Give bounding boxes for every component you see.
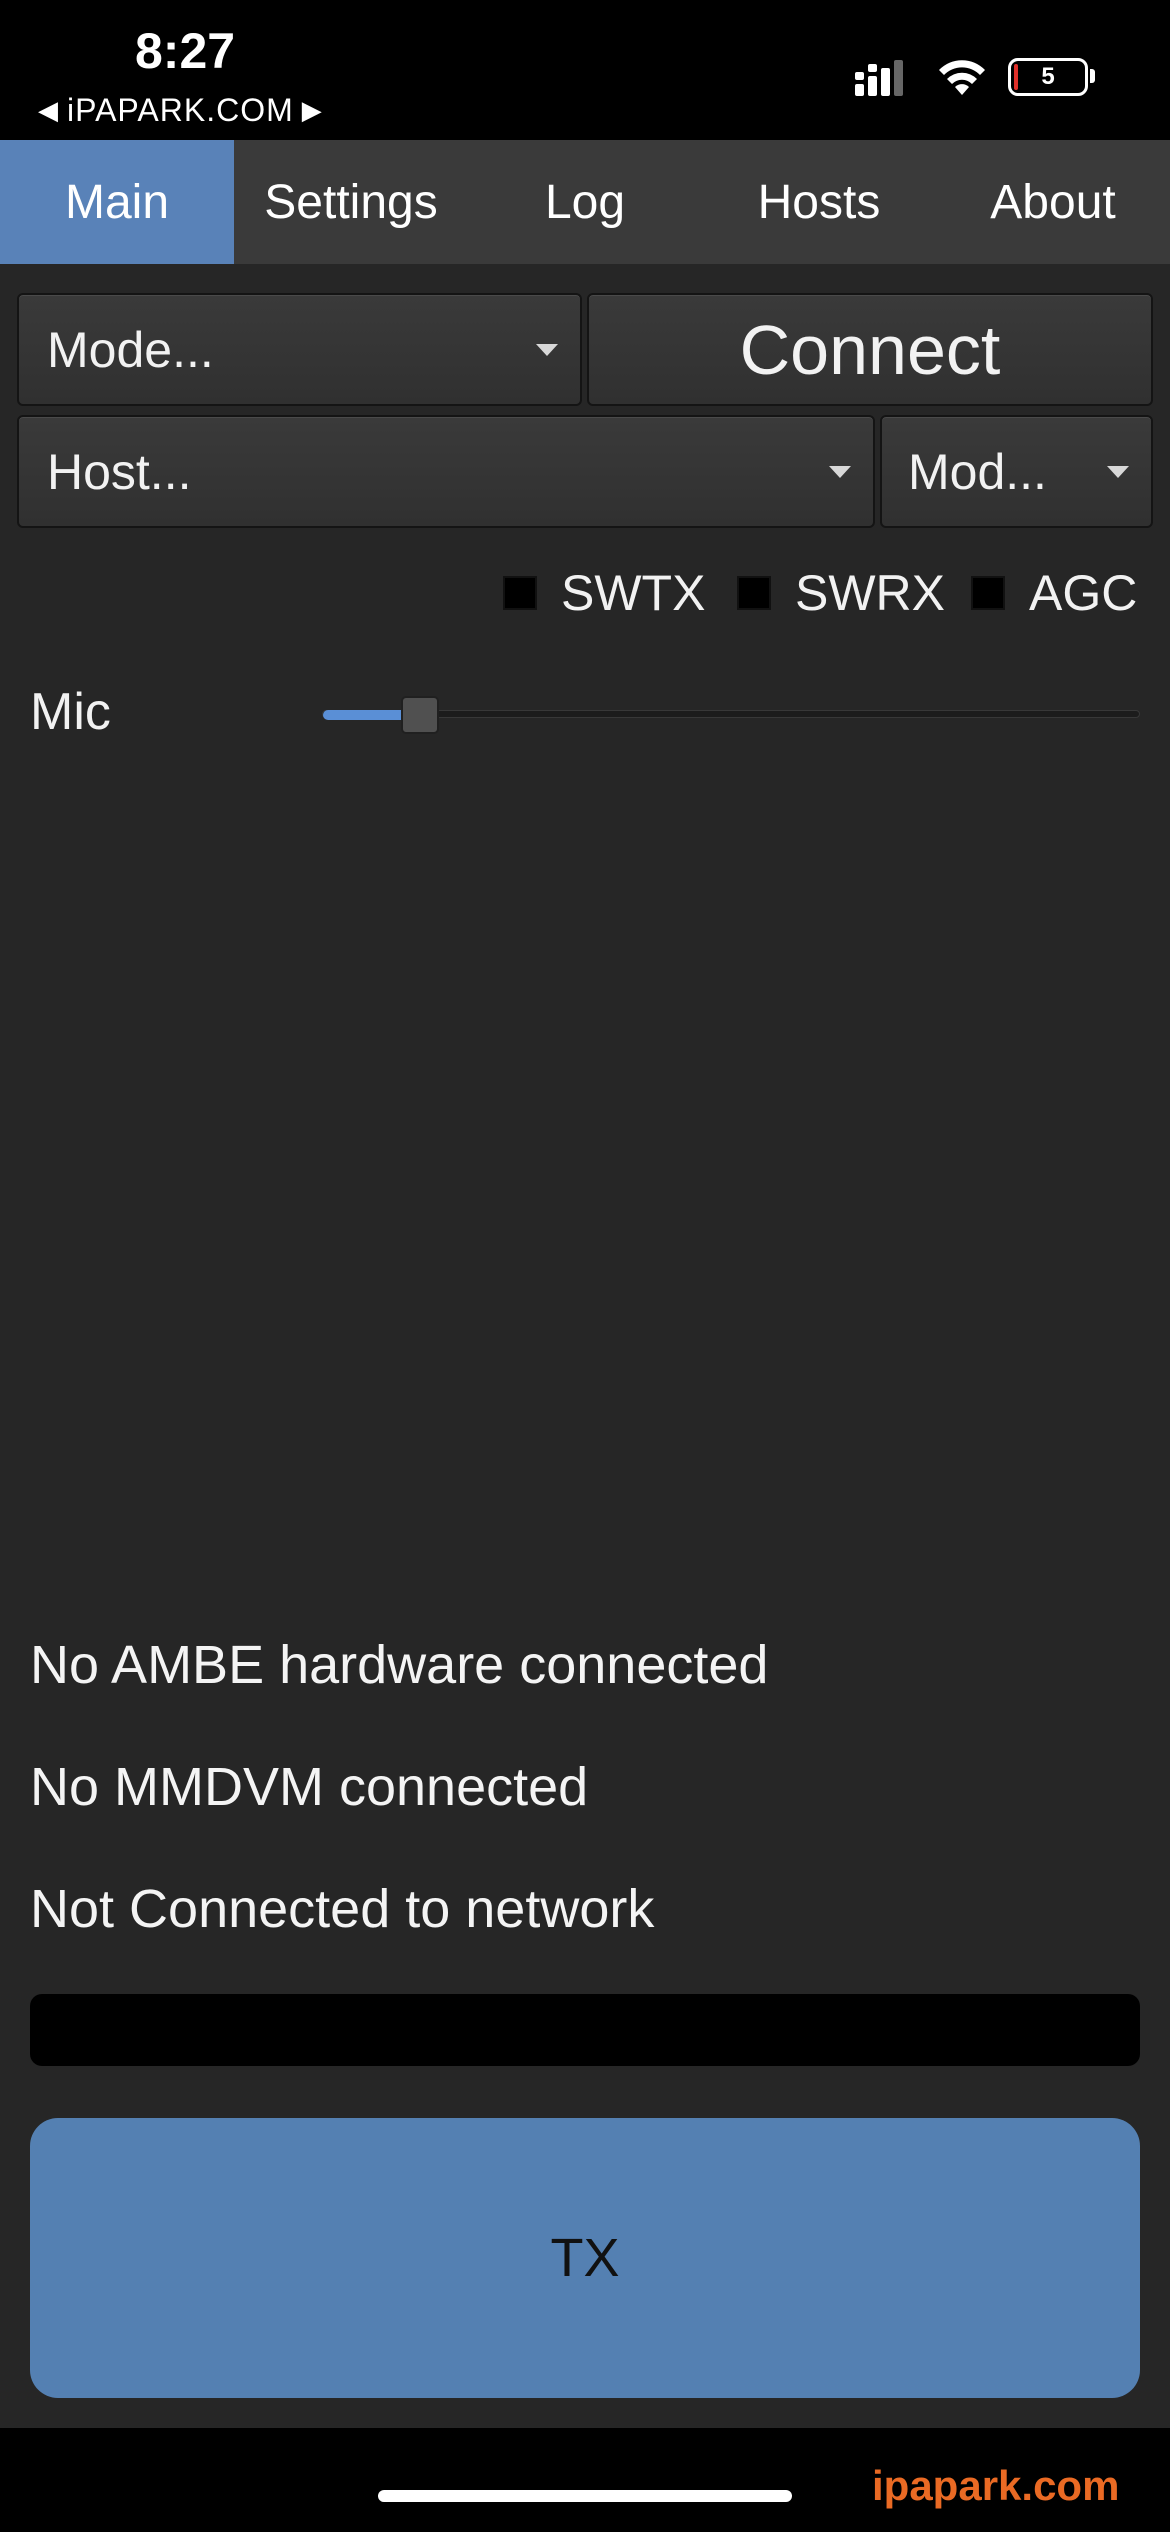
- host-select-value: Host...: [47, 443, 192, 500]
- tab-hosts[interactable]: Hosts: [702, 140, 936, 264]
- battery-nub: [1090, 69, 1095, 83]
- network-status: Not Connected to network: [30, 1879, 655, 1939]
- battery-low-indicator: [1014, 64, 1018, 90]
- mmdvm-status: No MMDVM connected: [30, 1757, 589, 1817]
- cellular-signal-icon: [855, 60, 903, 96]
- module-select[interactable]: Mod...: [880, 415, 1153, 528]
- chevron-down-icon: [536, 343, 558, 356]
- mode-select[interactable]: Mode...: [17, 293, 582, 406]
- status-time: 8:27: [135, 23, 236, 79]
- connect-button[interactable]: Connect: [587, 293, 1153, 406]
- swrx-checkbox[interactable]: [737, 576, 771, 610]
- back-arrow-icon: ◀: [38, 95, 59, 125]
- tab-bar: Main Settings Log Hosts About: [0, 140, 1170, 264]
- back-app-label: iPAPARK.COM: [67, 92, 294, 128]
- swtx-checkbox[interactable]: [503, 576, 537, 610]
- agc-checkbox[interactable]: [971, 576, 1005, 610]
- agc-label: AGC: [1029, 565, 1138, 621]
- tx-button[interactable]: TX: [30, 2118, 1140, 2398]
- battery-level: 5: [1041, 63, 1055, 90]
- forward-arrow-icon: ▶: [301, 95, 323, 125]
- mic-slider-track[interactable]: [322, 710, 1140, 718]
- tab-settings[interactable]: Settings: [234, 140, 468, 264]
- module-select-value: Mod...: [908, 443, 1047, 500]
- level-meter: [30, 1994, 1140, 2066]
- home-indicator[interactable]: [378, 2490, 792, 2502]
- back-to-app-link[interactable]: ◀ iPAPARK.COM ▶: [38, 92, 323, 129]
- mic-slider-fill: [323, 710, 412, 720]
- tab-log[interactable]: Log: [468, 140, 702, 264]
- mode-select-value: Mode...: [47, 321, 214, 378]
- tab-main[interactable]: Main: [0, 140, 234, 264]
- watermark: ipapark.com: [872, 2462, 1120, 2509]
- ambe-status: No AMBE hardware connected: [30, 1635, 769, 1695]
- chevron-down-icon: [1107, 465, 1129, 478]
- mic-slider-thumb[interactable]: [401, 696, 440, 734]
- swrx-label: SWRX: [795, 565, 945, 621]
- host-select[interactable]: Host...: [17, 415, 875, 528]
- mic-label: Mic: [30, 683, 111, 741]
- chevron-down-icon: [829, 465, 851, 478]
- connect-button-label: Connect: [739, 310, 1001, 389]
- wifi-icon: [939, 60, 985, 95]
- swtx-label: SWTX: [561, 565, 706, 621]
- battery-icon: 5: [1008, 58, 1088, 96]
- tab-about[interactable]: About: [936, 140, 1170, 264]
